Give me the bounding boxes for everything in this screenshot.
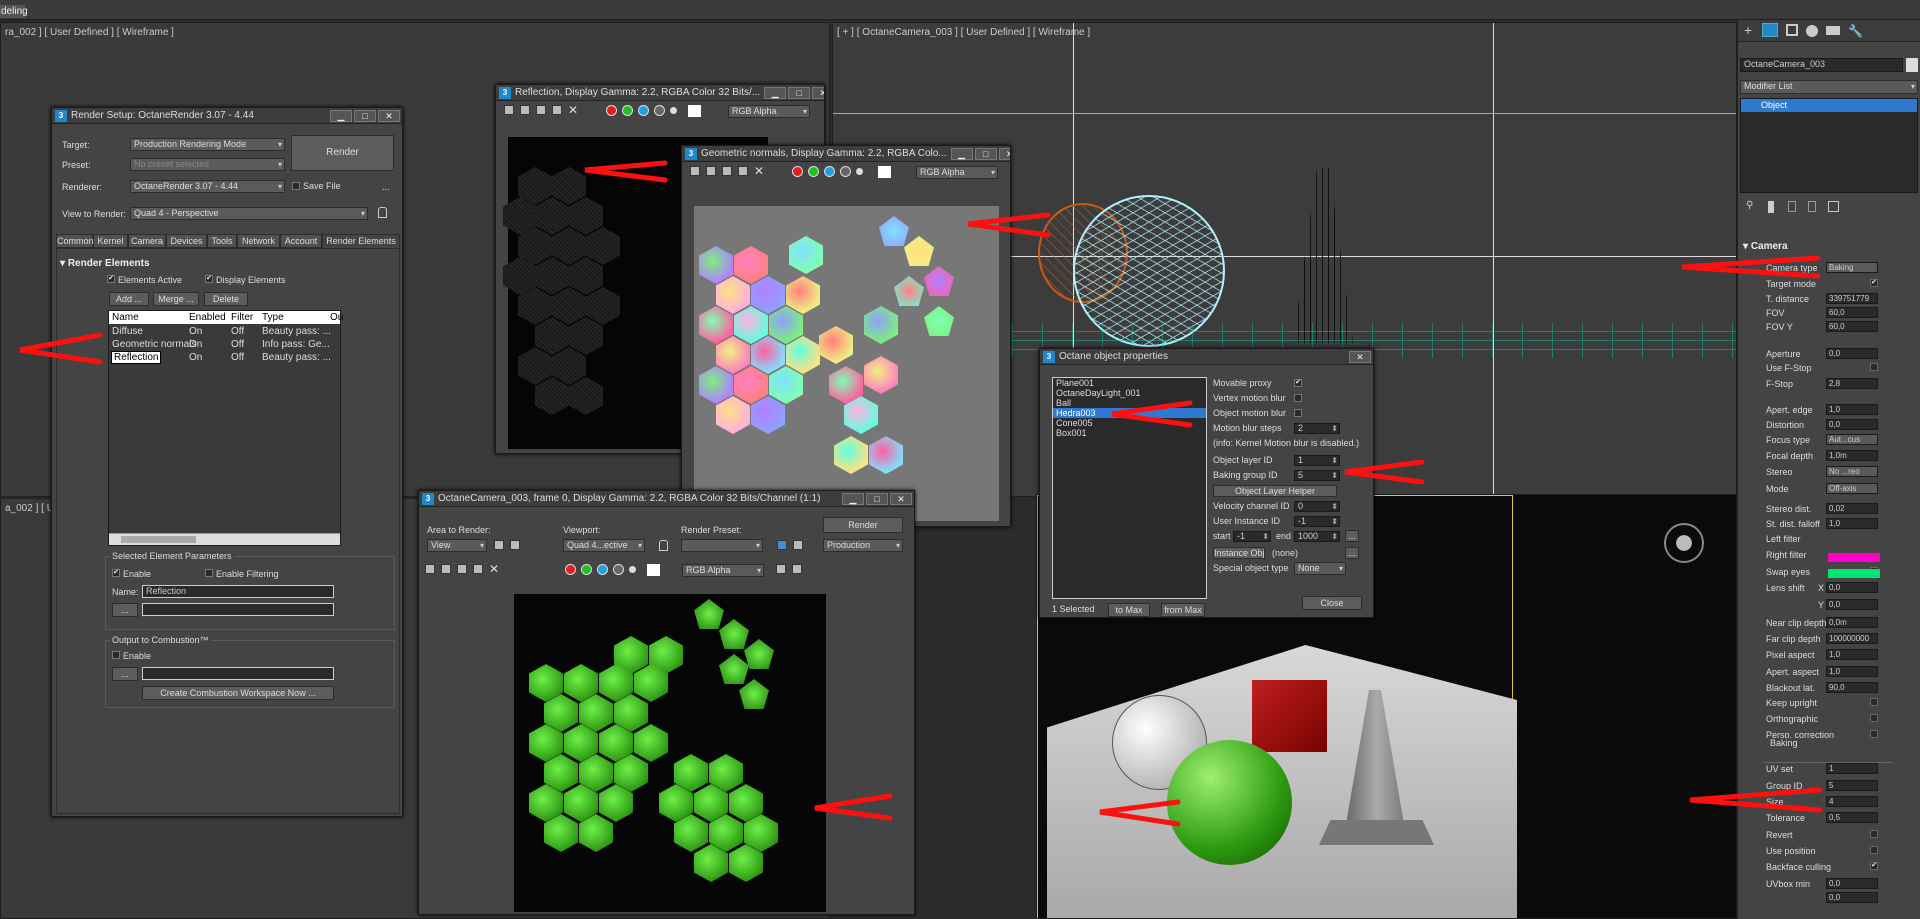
red-arrow <box>1689 787 1823 813</box>
red-arrow <box>967 212 1051 238</box>
red-arrow <box>1344 459 1425 485</box>
red-arrow <box>1099 799 1181 827</box>
red-arrow <box>19 332 103 365</box>
annotation-arrows <box>19 160 1823 827</box>
red-arrow <box>1681 255 1821 279</box>
red-arrow <box>1111 400 1193 428</box>
red-arrow <box>584 160 668 183</box>
red-arrow <box>814 793 893 821</box>
